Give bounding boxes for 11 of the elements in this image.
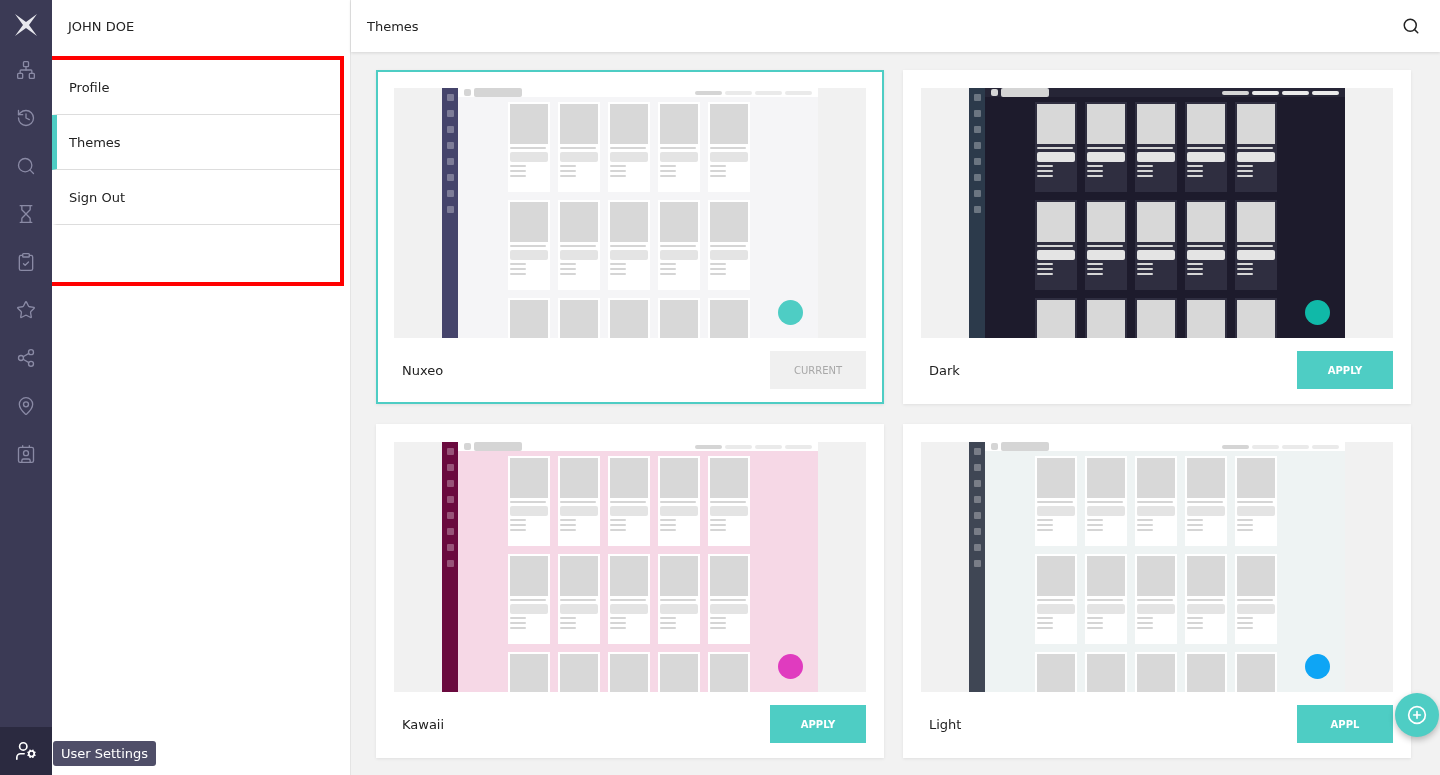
menu-item[interactable]: Themes (52, 115, 340, 170)
theme-name: Kawaii (401, 716, 445, 732)
user-name: JOHN DOE (66, 17, 136, 36)
page-title: Themes (367, 18, 419, 34)
apply-button[interactable]: APPLY (770, 705, 866, 743)
theme-name: Dark (928, 362, 960, 378)
tooltip: User Settings (53, 741, 157, 766)
apply-button[interactable]: APPL (1297, 705, 1393, 743)
theme-name: Light (928, 716, 962, 732)
apply-button[interactable]: APPLY (1297, 351, 1393, 389)
theme-name: Nuxeo (401, 362, 444, 378)
